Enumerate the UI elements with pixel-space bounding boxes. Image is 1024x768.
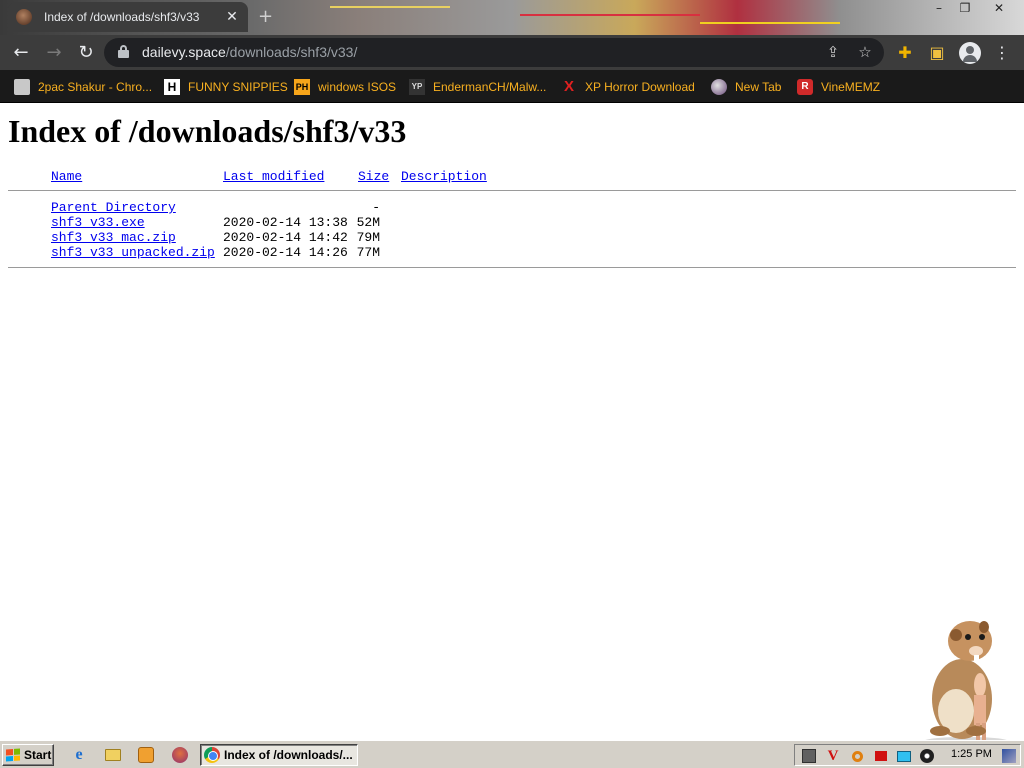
tab-active[interactable]: Index of /downloads/shf3/v33 ✕ bbox=[8, 2, 248, 32]
bookmark-xp-horror[interactable]: X XP Horror Download bbox=[561, 76, 695, 97]
url-path: /downloads/shf3/v33/ bbox=[225, 44, 358, 60]
address-url[interactable]: dailevy.space/downloads/shf3/v33/ bbox=[142, 44, 357, 60]
file-modified: 2020-02-14 14:42 bbox=[223, 230, 348, 245]
url-host: dailevy.space bbox=[142, 44, 226, 60]
file-size: 77M bbox=[356, 245, 380, 260]
divider bbox=[8, 190, 1016, 191]
divider bbox=[8, 267, 1016, 268]
wallpaper-streak bbox=[700, 22, 840, 24]
directory-listing: Name Last modified Size Description Pare… bbox=[8, 169, 1016, 268]
bookmark-label: 2pac Shakur - Chro... bbox=[38, 79, 153, 94]
forward-icon[interactable]: → bbox=[41, 40, 67, 66]
tray-app-icon[interactable] bbox=[1001, 748, 1017, 764]
reload-icon[interactable]: ↻ bbox=[73, 40, 99, 66]
media-player-icon[interactable] bbox=[137, 746, 155, 764]
bookmark-vinememz[interactable]: R VineMEMZ bbox=[797, 76, 880, 97]
bookmark-star-icon[interactable]: ☆ bbox=[854, 41, 876, 63]
back-icon[interactable]: ← bbox=[8, 40, 34, 66]
browser-menu-icon[interactable]: ⋮ bbox=[989, 40, 1015, 66]
bookmark-2pac[interactable]: 2pac Shakur - Chro... bbox=[14, 76, 152, 97]
flag-icon[interactable] bbox=[873, 748, 889, 764]
tab-close-icon[interactable]: ✕ bbox=[224, 9, 240, 25]
bookmark-page-icon bbox=[14, 78, 30, 95]
maximize-icon[interactable]: ❐ bbox=[952, 0, 978, 18]
new-tab-icon[interactable]: + bbox=[258, 6, 273, 27]
bookmark-label: XP Horror Download bbox=[585, 79, 695, 94]
bookmark-label: New Tab bbox=[735, 79, 782, 94]
browser-toolbar: ← → ↻ dailevy.space/downloads/shf3/v33/ … bbox=[0, 35, 1024, 70]
r-icon: R bbox=[797, 78, 813, 95]
page-content: Index of /downloads/shf3/v33 Name Last m… bbox=[0, 103, 1024, 740]
ie-icon[interactable]: e bbox=[70, 746, 88, 764]
table-row: shf3_v33_unpacked.zip 2020-02-14 14:26 7… bbox=[8, 245, 1016, 260]
bookmark-windows-isos[interactable]: PH windows ISOS bbox=[294, 76, 396, 97]
share-icon[interactable]: ⇪ bbox=[822, 41, 844, 63]
start-button[interactable]: Start bbox=[2, 744, 54, 766]
chrome-icon bbox=[204, 747, 220, 763]
windows-logo-icon bbox=[6, 748, 20, 762]
network-icon[interactable] bbox=[801, 748, 817, 764]
file-modified: 2020-02-14 14:26 bbox=[223, 245, 348, 260]
file-size: 79M bbox=[356, 230, 380, 245]
column-size-link[interactable]: Size bbox=[358, 169, 389, 184]
globe-icon bbox=[711, 78, 727, 95]
side-panel-icon[interactable]: ▣ bbox=[924, 40, 950, 66]
file-size: 52M bbox=[356, 215, 380, 230]
file-link[interactable]: shf3_v33_unpacked.zip bbox=[51, 245, 215, 260]
bookmark-label: windows ISOS bbox=[318, 79, 397, 94]
file-link[interactable]: shf3_v33_mac.zip bbox=[51, 230, 176, 245]
taskbar: Start e Index of /downloads/... V 1:25 P… bbox=[0, 740, 1024, 768]
bookmark-label: EndermanCH/Malw... bbox=[433, 79, 547, 94]
yp-icon: YP bbox=[409, 78, 425, 95]
bookmark-label: VineMEMZ bbox=[821, 79, 881, 94]
table-row: shf3_v33.exe 2020-02-14 13:38 52M bbox=[8, 215, 1016, 230]
bookmark-endermanch[interactable]: YP EndermanCH/Malw... bbox=[409, 76, 546, 97]
monitor-icon[interactable] bbox=[896, 748, 912, 764]
profile-avatar-icon[interactable] bbox=[959, 42, 981, 64]
lock-icon[interactable] bbox=[118, 45, 129, 58]
tab-strip: Index of /downloads/shf3/v33 ✕ + – ❐ ✕ bbox=[0, 0, 1024, 35]
column-name-link[interactable]: Name bbox=[51, 169, 82, 184]
file-link[interactable]: shf3_v33.exe bbox=[51, 215, 145, 230]
file-size: - bbox=[372, 200, 380, 215]
search-icon[interactable] bbox=[849, 748, 865, 764]
start-label: Start bbox=[24, 748, 52, 762]
close-window-icon[interactable]: ✕ bbox=[986, 0, 1012, 18]
parent-directory-link[interactable]: Parent Directory bbox=[51, 200, 176, 215]
column-last-modified-link[interactable]: Last modified bbox=[223, 169, 324, 184]
speaker-icon[interactable] bbox=[919, 748, 935, 764]
wallpaper-streak bbox=[520, 14, 700, 16]
address-bar[interactable]: dailevy.space/downloads/shf3/v33/ ⇪ ☆ bbox=[104, 38, 884, 67]
ph-icon: PH bbox=[294, 78, 310, 95]
desktop-mascot-image[interactable] bbox=[916, 613, 1016, 740]
clock[interactable]: 1:25 PM bbox=[951, 748, 992, 760]
folder-icon[interactable] bbox=[104, 746, 122, 764]
minimize-icon[interactable]: – bbox=[926, 0, 952, 18]
bookmarks-bar: 2pac Shakur - Chro... H FUNNY SNIPPIES P… bbox=[0, 70, 1024, 103]
x-icon: X bbox=[563, 78, 574, 95]
wallpaper-streak bbox=[330, 6, 450, 8]
extensions-icon[interactable]: ✚ bbox=[892, 40, 918, 66]
file-modified: 2020-02-14 13:38 bbox=[223, 215, 348, 230]
listing-header-row: Name Last modified Size Description bbox=[8, 169, 1016, 184]
tab-favicon-icon bbox=[16, 9, 32, 25]
bonzi-icon[interactable] bbox=[171, 746, 189, 764]
bookmark-new-tab[interactable]: New Tab bbox=[711, 76, 781, 97]
table-row: Parent Directory - bbox=[8, 200, 1016, 215]
bookmark-label: FUNNY SNIPPIES bbox=[188, 79, 288, 94]
column-description-link[interactable]: Description bbox=[401, 169, 487, 184]
tab-title: Index of /downloads/shf3/v33 bbox=[44, 10, 200, 24]
table-row: shf3_v33_mac.zip 2020-02-14 14:42 79M bbox=[8, 230, 1016, 245]
browser-window-frame: Index of /downloads/shf3/v33 ✕ + – ❐ ✕ ←… bbox=[0, 0, 1024, 103]
task-label: Index of /downloads/... bbox=[224, 748, 353, 762]
letter-h-icon: H bbox=[164, 78, 180, 95]
system-tray: V 1:25 PM bbox=[794, 744, 1021, 766]
page-title: Index of /downloads/shf3/v33 bbox=[8, 113, 407, 149]
v-icon[interactable]: V bbox=[825, 748, 841, 764]
bookmark-funny-snippies[interactable]: H FUNNY SNIPPIES bbox=[164, 76, 288, 97]
taskbar-chrome-window[interactable]: Index of /downloads/... bbox=[200, 744, 358, 766]
